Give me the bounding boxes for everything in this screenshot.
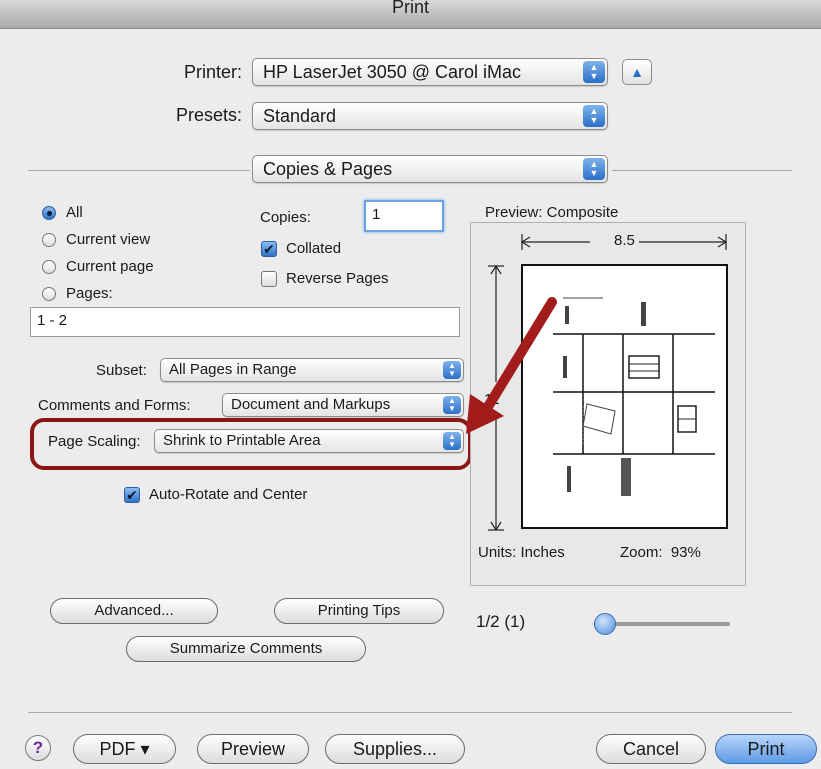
panel-popup[interactable]: Copies & Pages ▲ ▼ — [252, 155, 608, 183]
checkbox-icon — [261, 270, 277, 287]
disclosure-button[interactable]: ▲ — [622, 59, 652, 85]
radio-pages-label: Pages: — [66, 285, 113, 302]
checkmark-icon: ✔ — [261, 240, 277, 257]
copies-input[interactable]: 1 — [364, 200, 444, 232]
separator-left — [28, 170, 250, 171]
radio-button-icon — [42, 259, 56, 274]
red-arrow-icon — [466, 297, 557, 434]
radio-current-page[interactable]: Current page — [42, 258, 154, 275]
comments-forms-value: Document and Markups — [231, 396, 391, 413]
updown-arrows-icon: ▲ ▼ — [583, 61, 605, 83]
question-mark-icon: ? — [32, 738, 44, 757]
comments-forms-popup[interactable]: Document and Markups ▲ ▼ — [222, 393, 464, 417]
radio-button-icon — [42, 205, 56, 220]
subset-label: Subset: — [96, 362, 147, 379]
page-scaling-label: Page Scaling: — [48, 433, 141, 450]
radio-button-icon — [42, 286, 56, 301]
radio-current-page-label: Current page — [66, 258, 154, 275]
radio-all[interactable]: All — [42, 204, 83, 221]
preview-button[interactable]: Preview — [197, 734, 309, 764]
panel-value: Copies & Pages — [263, 159, 393, 179]
preview-title: Preview: Composite — [485, 204, 619, 221]
cancel-button[interactable]: Cancel — [596, 734, 706, 764]
disclosure-triangle-icon: ▲ — [630, 64, 644, 80]
summarize-comments-button[interactable]: Summarize Comments — [126, 636, 366, 662]
page-indicator: 1/2 (1) — [476, 612, 526, 631]
presets-popup[interactable]: Standard ▲ ▼ — [252, 102, 608, 130]
bottom-separator — [28, 712, 792, 713]
page-scaling-value: Shrink to Printable Area — [163, 432, 321, 449]
title-bar: Print — [0, 0, 821, 29]
radio-button-icon — [42, 232, 56, 247]
advanced-button[interactable]: Advanced... — [50, 598, 218, 624]
units-label: Units: Inches — [478, 544, 565, 561]
reverse-pages-label: Reverse Pages — [286, 270, 389, 287]
updown-arrows-icon: ▲ ▼ — [583, 158, 605, 180]
printing-tips-button[interactable]: Printing Tips — [274, 598, 444, 624]
help-button[interactable]: ? — [25, 735, 51, 761]
radio-pages[interactable]: Pages: — [42, 285, 113, 302]
pages-range-input[interactable]: 1 - 2 — [30, 307, 460, 337]
printer-value: HP LaserJet 3050 @ Carol iMac — [263, 62, 522, 82]
reverse-pages-checkbox[interactable]: Reverse Pages — [261, 270, 389, 287]
page-scaling-popup[interactable]: Shrink to Printable Area ▲ ▼ — [154, 429, 464, 453]
checkmark-icon: ✔ — [124, 486, 140, 503]
radio-all-label: All — [66, 204, 83, 221]
supplies-button[interactable]: Supplies... — [325, 734, 465, 764]
preview-slider-thumb[interactable] — [594, 613, 616, 635]
comments-forms-label: Comments and Forms: — [38, 397, 191, 414]
preview-width-label: 8.5 — [610, 232, 639, 249]
collated-checkbox[interactable]: ✔ Collated — [261, 240, 341, 257]
zoom-label: Zoom: 93% — [620, 544, 701, 561]
updown-arrows-icon: ▲ ▼ — [583, 105, 605, 127]
dialog-title: Print — [391, 0, 429, 17]
copies-label: Copies: — [260, 209, 311, 226]
subset-value: All Pages in Range — [169, 361, 297, 378]
collated-label: Collated — [286, 240, 342, 257]
printer-popup[interactable]: HP LaserJet 3050 @ Carol iMac ▲ ▼ — [252, 58, 608, 86]
subset-popup[interactable]: All Pages in Range ▲ ▼ — [160, 358, 464, 382]
radio-current-view[interactable]: Current view — [42, 231, 150, 248]
presets-label: Presets: — [175, 105, 242, 125]
printer-label: Printer: — [183, 62, 242, 82]
print-button[interactable]: Print — [715, 734, 817, 764]
radio-current-view-label: Current view — [66, 231, 151, 248]
preview-slider-track[interactable] — [598, 622, 730, 626]
pdf-menu-button[interactable]: PDF ▾ — [73, 734, 176, 764]
auto-rotate-label: Auto-Rotate and Center — [149, 486, 308, 503]
separator-right — [612, 170, 792, 171]
presets-value: Standard — [263, 106, 337, 126]
auto-rotate-checkbox[interactable]: ✔ Auto-Rotate and Center — [124, 486, 307, 503]
